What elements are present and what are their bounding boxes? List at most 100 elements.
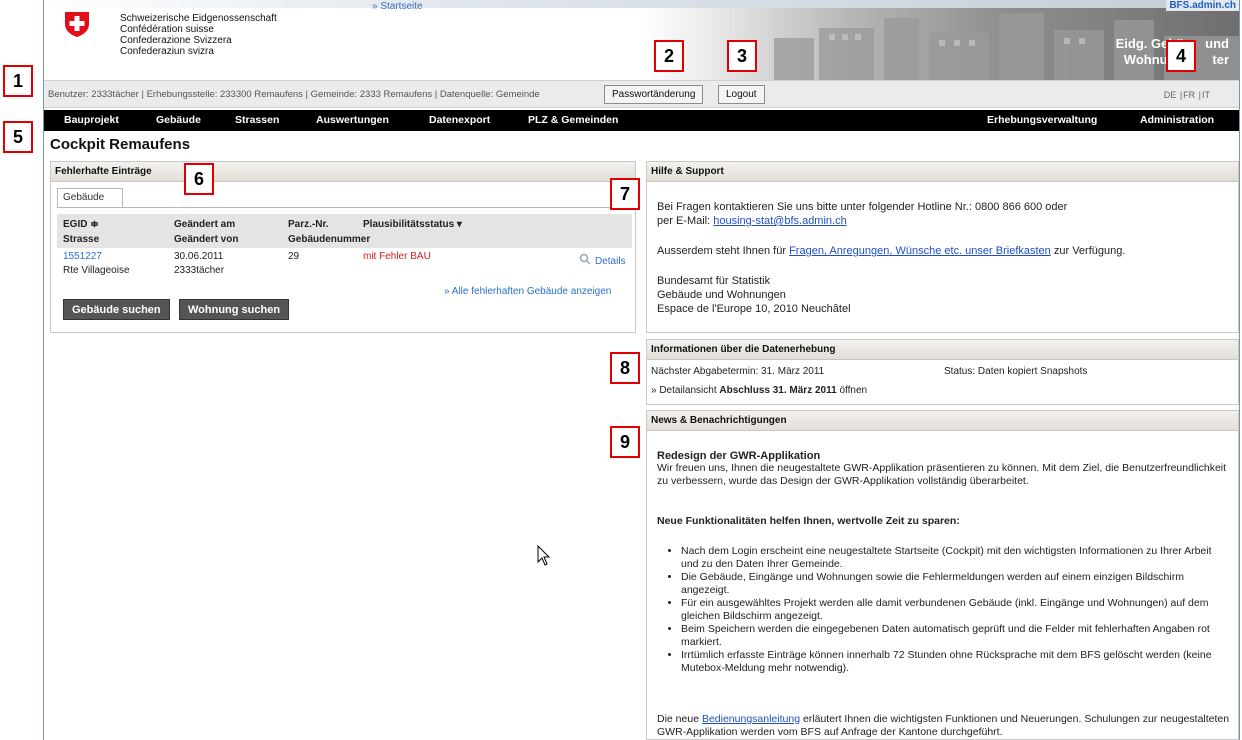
panel-title: Informationen über die Datenerhebung — [647, 340, 1238, 360]
annotation-marker-4: 4 — [1166, 40, 1196, 72]
search-flat-button[interactable]: Wohnung suchen — [179, 299, 290, 320]
details-link[interactable]: Details — [595, 256, 626, 267]
panel-hilfe-support: Hilfe & Support Bei Fragen kontaktieren … — [646, 161, 1239, 333]
detail-suffix: öffnen — [836, 385, 868, 396]
email-line: per E-Mail: housing-stat@bfs.admin.ch — [657, 214, 1227, 228]
manual-link[interactable]: Bedienungsanleitung — [702, 713, 800, 725]
password-change-button[interactable]: Passwortänderung — [604, 85, 704, 104]
annotation-marker-8: 8 — [610, 352, 640, 384]
header-top-strip — [44, 0, 1239, 8]
hotline-line: Bei Fragen kontaktieren Sie uns bitte un… — [657, 201, 1068, 213]
nav-auswertungen[interactable]: Auswertungen — [316, 114, 389, 126]
col-plausibilitaetsstatus[interactable]: Plausibilitätsstatus ▾ — [363, 219, 462, 230]
support-email-link[interactable]: housing-stat@bfs.admin.ch — [713, 215, 846, 227]
lang-de[interactable]: DE — [1164, 90, 1177, 100]
header: Schweizerische Eidgenossenschaft Confédé… — [44, 0, 1239, 80]
detail-prefix: » Detailansicht — [651, 385, 720, 396]
annotation-marker-5: 5 — [3, 121, 33, 153]
table-header: EGID ≑ Strasse Geändert am Geändert von … — [57, 214, 632, 248]
detail-view-link[interactable]: » Detailansicht Abschluss 31. März 2011 … — [651, 384, 867, 398]
news-subheading: Neue Funktionalitäten helfen Ihnen, wert… — [657, 515, 960, 527]
data-status: Status: Daten kopiert Snapshots — [944, 366, 1088, 377]
lang-fr[interactable]: FR — [1183, 90, 1195, 100]
nav-administration[interactable]: Administration — [1140, 114, 1214, 126]
news-intro: Wir freuen uns, Ihnen die neugestaltete … — [657, 462, 1227, 487]
address-line: Gebäude und Wohnungen — [657, 289, 786, 301]
list-item: Irrtümlich erfasste Einträge können inne… — [681, 649, 1217, 675]
nav-gebaeude[interactable]: Gebäude — [156, 114, 201, 126]
panel-title: News & Benachrichtigungen — [647, 411, 1238, 431]
magnifier-icon — [579, 253, 591, 265]
news-heading: Redesign der GWR-Applikation — [657, 450, 821, 462]
search-building-button[interactable]: Gebäude suchen — [63, 299, 170, 320]
briefkasten-suffix: zur Verfügung. — [1050, 245, 1126, 257]
bfs-address: Bundesamt für Statistik Gebäude und Wohn… — [657, 274, 1227, 316]
row-status: mit Fehler BAU — [363, 251, 431, 262]
annotation-marker-7: 7 — [610, 178, 640, 210]
language-switcher: DE |FR |IT — [1163, 90, 1210, 100]
detail-bold: Abschluss 31. März 2011 — [719, 385, 837, 396]
email-prefix: per E-Mail: — [657, 215, 714, 227]
confed-name-it: Confederazione Svizzera — [120, 35, 232, 46]
mouse-cursor-icon — [537, 545, 551, 566]
panel-title: Hilfe & Support — [647, 162, 1238, 182]
logout-button[interactable]: Logout — [718, 85, 765, 104]
news-feature-list: Nach dem Login erscheint eine neugestalt… — [657, 545, 1217, 675]
address-line: Espace de l'Europe 10, 2010 Neuchâtel — [657, 303, 851, 315]
briefkasten-prefix: Ausserdem steht Ihnen für — [657, 245, 790, 257]
list-item: Beim Speichern werden die eingegebenen D… — [681, 623, 1217, 649]
lang-it[interactable]: IT — [1202, 90, 1210, 100]
hotline-text: Bei Fragen kontaktieren Sie uns bitte un… — [657, 200, 1227, 228]
briefkasten-link[interactable]: Fragen, Anregungen, Wünsche etc. unser B… — [789, 245, 1051, 257]
row-user: 2333tächer — [174, 265, 225, 276]
annotation-marker-2: 2 — [654, 40, 684, 72]
list-item: Für ein ausgewähltes Projekt werden alle… — [681, 597, 1217, 623]
nav-plz-gemeinden[interactable]: PLZ & Gemeinden — [528, 114, 618, 126]
user-info-bar: Benutzer: 2333tächer | Erhebungsstelle: … — [44, 80, 1239, 108]
col-geaendert-am: Geändert am — [174, 219, 236, 230]
nav-bauprojekt[interactable]: Bauprojekt — [64, 114, 119, 126]
confed-name-de: Schweizerische Eidgenossenschaft — [120, 13, 277, 24]
panel-fehlerhafte-eintraege: Fehlerhafte Einträge Gebäude EGID ≑ Stra… — [50, 161, 636, 333]
confed-name-fr: Confédération suisse — [120, 24, 214, 35]
next-deadline: Nächster Abgabetermin: 31. März 2011 — [651, 366, 825, 377]
briefkasten-text: Ausserdem steht Ihnen für Fragen, Anregu… — [657, 244, 1227, 258]
row-egid-link[interactable]: 1551227 — [63, 251, 102, 262]
tab-divider — [57, 207, 632, 208]
address-line: Bundesamt für Statistik — [657, 275, 771, 287]
col-gebaeudenummer: Gebäudenummer — [288, 234, 371, 245]
nav-datenexport[interactable]: Datenexport — [429, 114, 490, 126]
row-date: 30.06.2011 — [174, 251, 224, 262]
row-parz: 29 — [288, 251, 300, 262]
annotation-marker-6: 6 — [184, 163, 214, 195]
startseite-link[interactable]: » Startseite — [372, 1, 423, 12]
col-geaendert-von: Geändert von — [174, 234, 239, 245]
panel-datenerhebung: Informationen über die Datenerhebung Näc… — [646, 339, 1239, 405]
annotation-marker-3: 3 — [727, 40, 757, 72]
tab-gebaeude[interactable]: Gebäude — [57, 188, 123, 208]
list-item: Die Gebäude, Eingänge und Wohnungen sowi… — [681, 571, 1217, 597]
footer-prefix: Die neue — [657, 713, 702, 725]
all-faulty-buildings-link[interactable]: » Alle fehlerhaften Gebäude anzeigen — [444, 286, 611, 297]
nav-strassen[interactable]: Strassen — [235, 114, 279, 126]
annotation-marker-9: 9 — [610, 426, 640, 458]
confederation-names: Schweizerische Eidgenossenschaft Confédé… — [120, 13, 277, 57]
swiss-crest-icon — [65, 12, 89, 37]
annotation-marker-1: 1 — [3, 65, 33, 97]
nav-erhebungsverwaltung[interactable]: Erhebungsverwaltung — [987, 114, 1097, 126]
news-footer: Die neue Bedienungsanleitung erläutert I… — [657, 713, 1235, 739]
col-parz-nr: Parz.-Nr. — [288, 219, 329, 230]
table-row: 1551227 Rte Villageoise 30.06.2011 2333t… — [57, 248, 632, 280]
user-info-text: Benutzer: 2333tächer | Erhebungsstelle: … — [48, 89, 540, 100]
panel-title: Fehlerhafte Einträge — [51, 162, 635, 182]
page-title: Cockpit Remaufens — [50, 136, 191, 153]
bfs-admin-link[interactable]: BFS.admin.ch — [1166, 0, 1239, 11]
col-strasse: Strasse — [63, 234, 100, 245]
col-egid[interactable]: EGID ≑ — [63, 219, 99, 230]
main-navigation: Bauprojekt Gebäude Strassen Auswertungen… — [44, 110, 1239, 131]
frame-border-right — [1239, 0, 1240, 740]
row-strasse: Rte Villageoise — [63, 265, 130, 276]
confed-name-rm: Confederaziun svizra — [120, 46, 214, 57]
list-item: Nach dem Login erscheint eine neugestalt… — [681, 545, 1217, 571]
panel-news: News & Benachrichtigungen Redesign der G… — [646, 410, 1239, 740]
